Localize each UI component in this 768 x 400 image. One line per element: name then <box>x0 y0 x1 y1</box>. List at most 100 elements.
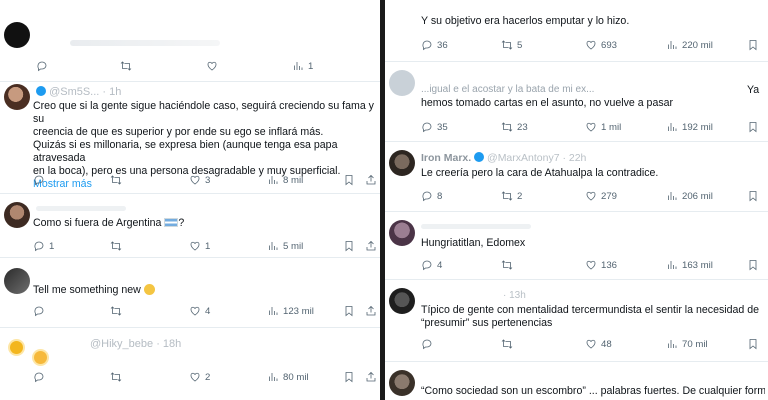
views-button[interactable]: 206 mil <box>666 190 713 202</box>
views-button[interactable]: 192 mil <box>666 121 713 133</box>
reply-tweet[interactable]: Y su objetivo era hacerlos emputar y lo … <box>385 0 768 62</box>
avatar[interactable] <box>389 70 415 96</box>
tweet-line-faded: ...igual e el acostar y la bata de mi ex… <box>421 84 595 95</box>
reply-tweet[interactable]: @Sm5S... · 1h Creo que si la gente sigue… <box>0 82 380 194</box>
retweet-icon <box>110 305 122 317</box>
reply-button[interactable] <box>33 371 45 383</box>
bookmark-button[interactable] <box>747 259 759 271</box>
retweet-button[interactable] <box>110 240 122 252</box>
share-button[interactable] <box>365 240 377 252</box>
bookmark-button[interactable] <box>747 190 759 202</box>
view-count: 8 mil <box>283 174 304 186</box>
retweet-button[interactable] <box>120 60 132 72</box>
avatar[interactable] <box>4 22 30 48</box>
thinking-emoji-icon <box>143 284 155 295</box>
reply-count: 1 <box>49 240 55 252</box>
bookmark-button[interactable] <box>747 121 759 133</box>
avatar[interactable] <box>4 202 30 228</box>
like-button[interactable]: 693 <box>585 39 617 51</box>
share-button[interactable] <box>365 371 377 383</box>
avatar[interactable] <box>389 220 415 246</box>
bookmark-button[interactable] <box>343 240 355 252</box>
tweet-actions: 2 80 mil <box>33 371 379 385</box>
views-icon <box>267 240 279 252</box>
like-button[interactable]: 48 <box>585 338 612 350</box>
avatar[interactable] <box>389 288 415 314</box>
share-button[interactable] <box>365 174 377 186</box>
views-button[interactable]: 80 mil <box>267 371 309 383</box>
reply-tweet[interactable]: Hungriatitlan, Edomex 4 136 163 mil <box>385 212 768 280</box>
reply-icon <box>33 371 45 383</box>
bookmark-icon <box>343 305 355 317</box>
display-name: Iron Marx. <box>421 152 472 164</box>
like-button[interactable]: 1 <box>189 240 210 252</box>
views-button[interactable]: 5 mil <box>267 240 303 252</box>
like-button[interactable]: 136 <box>585 259 617 271</box>
tweet-line: Creo que si la gente sigue haciéndole ca… <box>33 100 374 125</box>
reply-icon <box>33 174 45 186</box>
reply-icon <box>421 190 433 202</box>
retweet-button[interactable]: 23 <box>501 121 528 133</box>
reply-tweet[interactable]: “Como sociedad son un escombro” ... pala… <box>385 362 768 400</box>
reply-icon <box>421 121 433 133</box>
retweet-button[interactable] <box>110 371 122 383</box>
reply-tweet[interactable]: Tell me something new 4 123 mil <box>0 258 380 328</box>
views-button[interactable]: 163 mil <box>666 259 713 271</box>
tweet-actions: 8 2 279 206 mil <box>421 190 761 204</box>
reply-button[interactable] <box>421 338 433 350</box>
like-button[interactable]: 4 <box>189 305 210 317</box>
like-button[interactable]: 3 <box>189 174 210 186</box>
retweet-button[interactable] <box>110 305 122 317</box>
share-button[interactable] <box>365 305 377 317</box>
reply-button[interactable] <box>33 174 45 186</box>
avatar[interactable] <box>4 336 30 362</box>
views-button[interactable]: 1 <box>292 60 313 72</box>
like-count: 136 <box>601 259 618 271</box>
reply-tweet[interactable]: · 13h Típico de gente con mentalidad ter… <box>385 280 768 362</box>
reply-button[interactable] <box>33 305 45 317</box>
tweet-text-tail: Ya <box>747 84 759 97</box>
reply-button[interactable]: 36 <box>421 39 448 51</box>
views-button[interactable]: 8 mil <box>267 174 303 186</box>
like-button[interactable] <box>206 60 218 72</box>
bookmark-button[interactable] <box>747 39 759 51</box>
retweet-button[interactable]: 5 <box>501 39 522 51</box>
avatar[interactable] <box>4 84 30 110</box>
tweet-line: creencia de que es superior y por ende s… <box>33 126 324 138</box>
retweet-count: 5 <box>517 39 523 51</box>
reply-button[interactable]: 8 <box>421 190 442 202</box>
views-button[interactable]: 70 mil <box>666 338 708 350</box>
handle-and-time: · 13h <box>503 290 526 301</box>
retweet-button[interactable] <box>501 259 513 271</box>
reply-tweet[interactable]: Como si fuera de Argentina ? 1 1 5 mil <box>0 194 380 258</box>
bookmark-button[interactable] <box>343 174 355 186</box>
reply-icon <box>33 305 45 317</box>
like-icon <box>585 259 597 271</box>
reply-tweet[interactable]: Iron Marx. @MarxAntony7 · 22h Le creería… <box>385 142 768 212</box>
bookmark-button[interactable] <box>343 371 355 383</box>
retweet-button[interactable] <box>110 174 122 186</box>
retweet-button[interactable]: 2 <box>501 190 522 202</box>
like-button[interactable]: 2 <box>189 371 210 383</box>
reply-button[interactable]: 4 <box>421 259 442 271</box>
reply-button[interactable]: 35 <box>421 121 448 133</box>
reply-tweet[interactable]: 1 <box>0 0 380 82</box>
tweet-text: Y su objetivo era hacerlos emputar y lo … <box>421 15 629 28</box>
avatar[interactable] <box>389 370 415 396</box>
verified-icon <box>474 152 485 162</box>
like-button[interactable]: 1 mil <box>585 121 621 133</box>
avatar[interactable] <box>389 150 415 176</box>
reply-button[interactable] <box>36 60 48 72</box>
reply-tweet[interactable]: ...igual e el acostar y la bata de mi ex… <box>385 62 768 142</box>
reply-tweet[interactable]: @Hiky_bebe · 18h 2 80 mil <box>0 328 380 400</box>
bookmark-button[interactable] <box>343 305 355 317</box>
views-button[interactable]: 220 mil <box>666 39 713 51</box>
reply-button[interactable]: 1 <box>33 240 54 252</box>
avatar[interactable] <box>4 268 30 294</box>
bookmark-button[interactable] <box>747 338 759 350</box>
like-button[interactable]: 279 <box>585 190 617 202</box>
retweet-button[interactable] <box>501 338 513 350</box>
view-count: 163 mil <box>682 259 713 271</box>
verified-icon <box>36 86 46 96</box>
views-button[interactable]: 123 mil <box>267 305 314 317</box>
